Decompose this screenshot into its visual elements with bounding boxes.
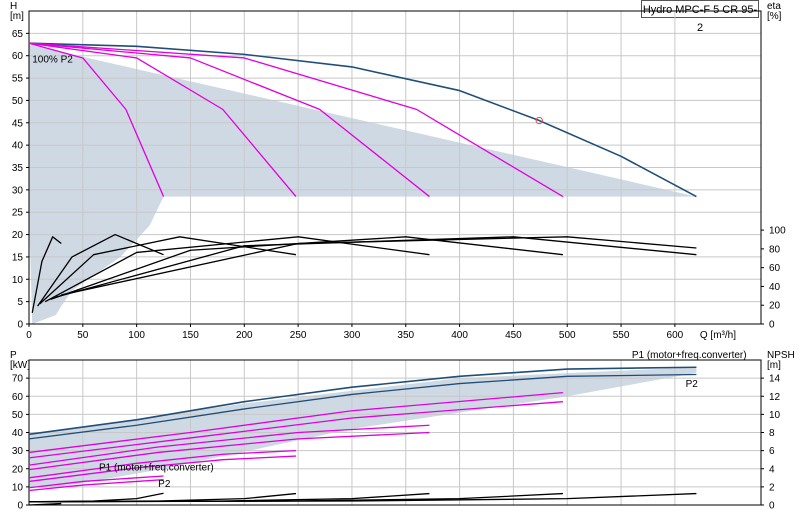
y2-tick-label: 2 xyxy=(769,482,775,493)
x-tick-label: 100 xyxy=(128,330,145,341)
y-tick-label: 60 xyxy=(12,51,24,62)
x-axis-label: Q [m³/h] xyxy=(700,330,736,341)
y-axis-label: [kW] xyxy=(10,360,30,371)
x-tick-label: 350 xyxy=(397,330,414,341)
annotation-100-p2: 100% P2 xyxy=(32,54,73,65)
panel-power-npsh xyxy=(26,359,764,506)
y-tick-label: 40 xyxy=(12,141,24,152)
curve-label-3: P2 xyxy=(158,479,171,490)
y2-tick-label: 40 xyxy=(769,282,781,293)
x-tick-label: 400 xyxy=(451,330,468,341)
y-tick-label: 5 xyxy=(17,297,23,308)
pump-curve-chart: 05101520253035404550556065020406080100H[… xyxy=(10,1,795,512)
y2-tick-label: 14 xyxy=(769,374,781,385)
x-tick-label: 300 xyxy=(344,330,361,341)
x-tick-label: 450 xyxy=(505,330,522,341)
y-tick-label: 55 xyxy=(12,74,24,85)
curve-label-0: P1 (motor+freq.converter) xyxy=(632,350,747,361)
y2-axis-label: [m] xyxy=(767,360,781,371)
y-tick-label: 50 xyxy=(12,96,24,107)
x-tick-label: 200 xyxy=(236,330,253,341)
x-tick-label: 600 xyxy=(667,330,684,341)
x-tick-label: 550 xyxy=(613,330,630,341)
x-tick-label: 250 xyxy=(290,330,307,341)
x-tick-label: 150 xyxy=(182,330,199,341)
y-tick-label: 30 xyxy=(12,185,24,196)
y2-tick-label: 6 xyxy=(769,446,775,457)
x-tick-label: 0 xyxy=(26,330,32,341)
y2-tick-label: 8 xyxy=(769,428,775,439)
y-tick-label: 40 xyxy=(12,428,24,439)
y-tick-label: 0 xyxy=(17,320,23,331)
y2-axis-label: [%] xyxy=(767,11,782,22)
y2-tick-label: 4 xyxy=(769,464,775,475)
y-tick-label: 30 xyxy=(12,446,24,457)
y-tick-label: 0 xyxy=(17,501,23,512)
y-axis-label: [m] xyxy=(10,11,24,22)
series-eff-10 xyxy=(55,236,697,298)
y2-tick-label: 12 xyxy=(769,392,781,403)
y2-tick-label: 0 xyxy=(769,501,775,512)
y-tick-label: 60 xyxy=(12,392,24,403)
curve-label-1: P2 xyxy=(686,379,699,390)
y2-tick-label: 80 xyxy=(769,244,781,255)
y2-tick-label: 20 xyxy=(769,301,781,312)
y-tick-label: 70 xyxy=(12,374,24,385)
x-tick-label: 500 xyxy=(559,330,576,341)
y-tick-label: 65 xyxy=(12,29,24,40)
y-tick-label: 35 xyxy=(12,163,24,174)
y-tick-label: 10 xyxy=(12,482,24,493)
y2-tick-label: 100 xyxy=(769,226,786,237)
y2-tick-label: 60 xyxy=(769,263,781,274)
y-tick-label: 15 xyxy=(12,252,24,263)
y-tick-label: 20 xyxy=(12,464,24,475)
operating-range-area xyxy=(29,44,697,325)
y-tick-label: 10 xyxy=(12,275,24,286)
x-tick-label: 50 xyxy=(77,330,89,341)
y-tick-label: 45 xyxy=(12,118,24,129)
y-tick-label: 20 xyxy=(12,230,24,241)
y2-tick-label: 10 xyxy=(769,410,781,421)
y-tick-label: 50 xyxy=(12,410,24,421)
y-tick-label: 25 xyxy=(12,208,24,219)
curve-label-2: P1 (motor+freq.converter) xyxy=(99,463,214,474)
y2-tick-label: 0 xyxy=(769,320,775,331)
panel-head-flow xyxy=(26,10,764,325)
